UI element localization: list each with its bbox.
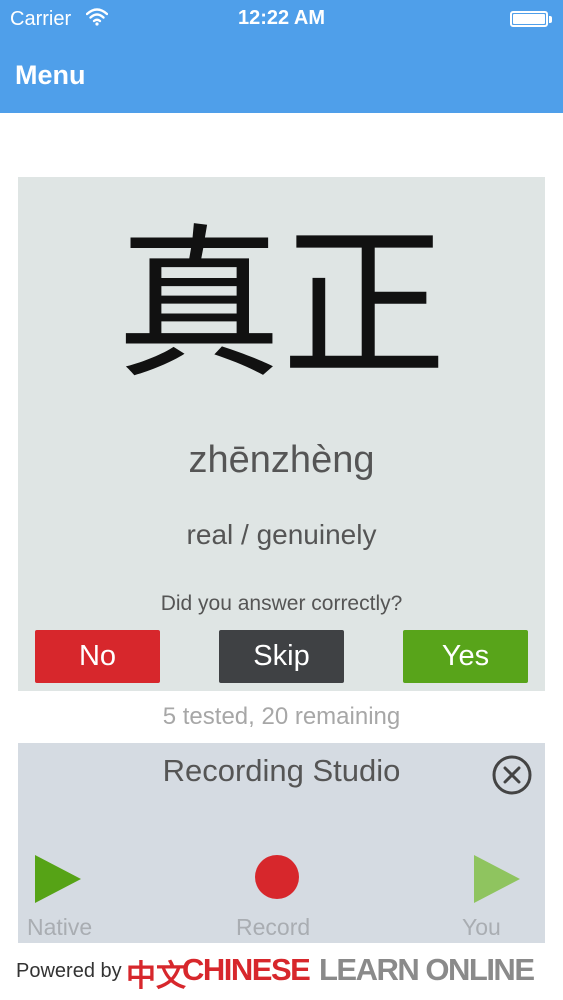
skip-button[interactable]: Skip xyxy=(219,630,344,683)
logo-word-chinese: CHINESE xyxy=(182,952,311,987)
pinyin-text: zhēnzhèng xyxy=(188,439,375,481)
progress-text: 5 tested, 20 remaining xyxy=(162,703,401,730)
native-play-icon[interactable] xyxy=(35,855,81,903)
flashcard: 真正 zhēnzhèng real / genuinely Did you an… xyxy=(18,177,545,691)
logo-word-learn-online: LEARN ONLINE xyxy=(319,952,535,987)
no-button[interactable]: No xyxy=(35,630,160,683)
powered-by-text: Powered by xyxy=(16,960,122,982)
hanzi-characters: 真正 xyxy=(116,209,447,401)
you-label: You xyxy=(462,914,501,940)
menu-button[interactable]: Menu xyxy=(15,60,86,91)
native-label: Native xyxy=(27,914,93,940)
close-icon[interactable] xyxy=(492,755,532,795)
battery-icon xyxy=(510,11,552,27)
recording-studio-panel: Recording Studio Native Record You xyxy=(18,743,545,943)
footer-branding: Powered by 中文 CHINESE LEARN ONLINE xyxy=(0,943,563,1000)
record-icon[interactable] xyxy=(254,854,300,900)
logo-chinese-characters: 中文 xyxy=(126,959,186,994)
answer-question: Did you answer correctly? xyxy=(160,592,403,615)
meaning-text: real / genuinely xyxy=(186,519,377,550)
status-time: 12:22 AM xyxy=(237,7,326,29)
nav-bar: Carrier 12:22 AM Menu xyxy=(0,0,563,113)
yes-button[interactable]: Yes xyxy=(403,630,528,683)
status-bar: Carrier 12:22 AM xyxy=(0,0,563,40)
record-label: Record xyxy=(236,914,311,940)
you-play-icon[interactable] xyxy=(474,855,520,903)
studio-title: Recording Studio xyxy=(162,753,401,788)
